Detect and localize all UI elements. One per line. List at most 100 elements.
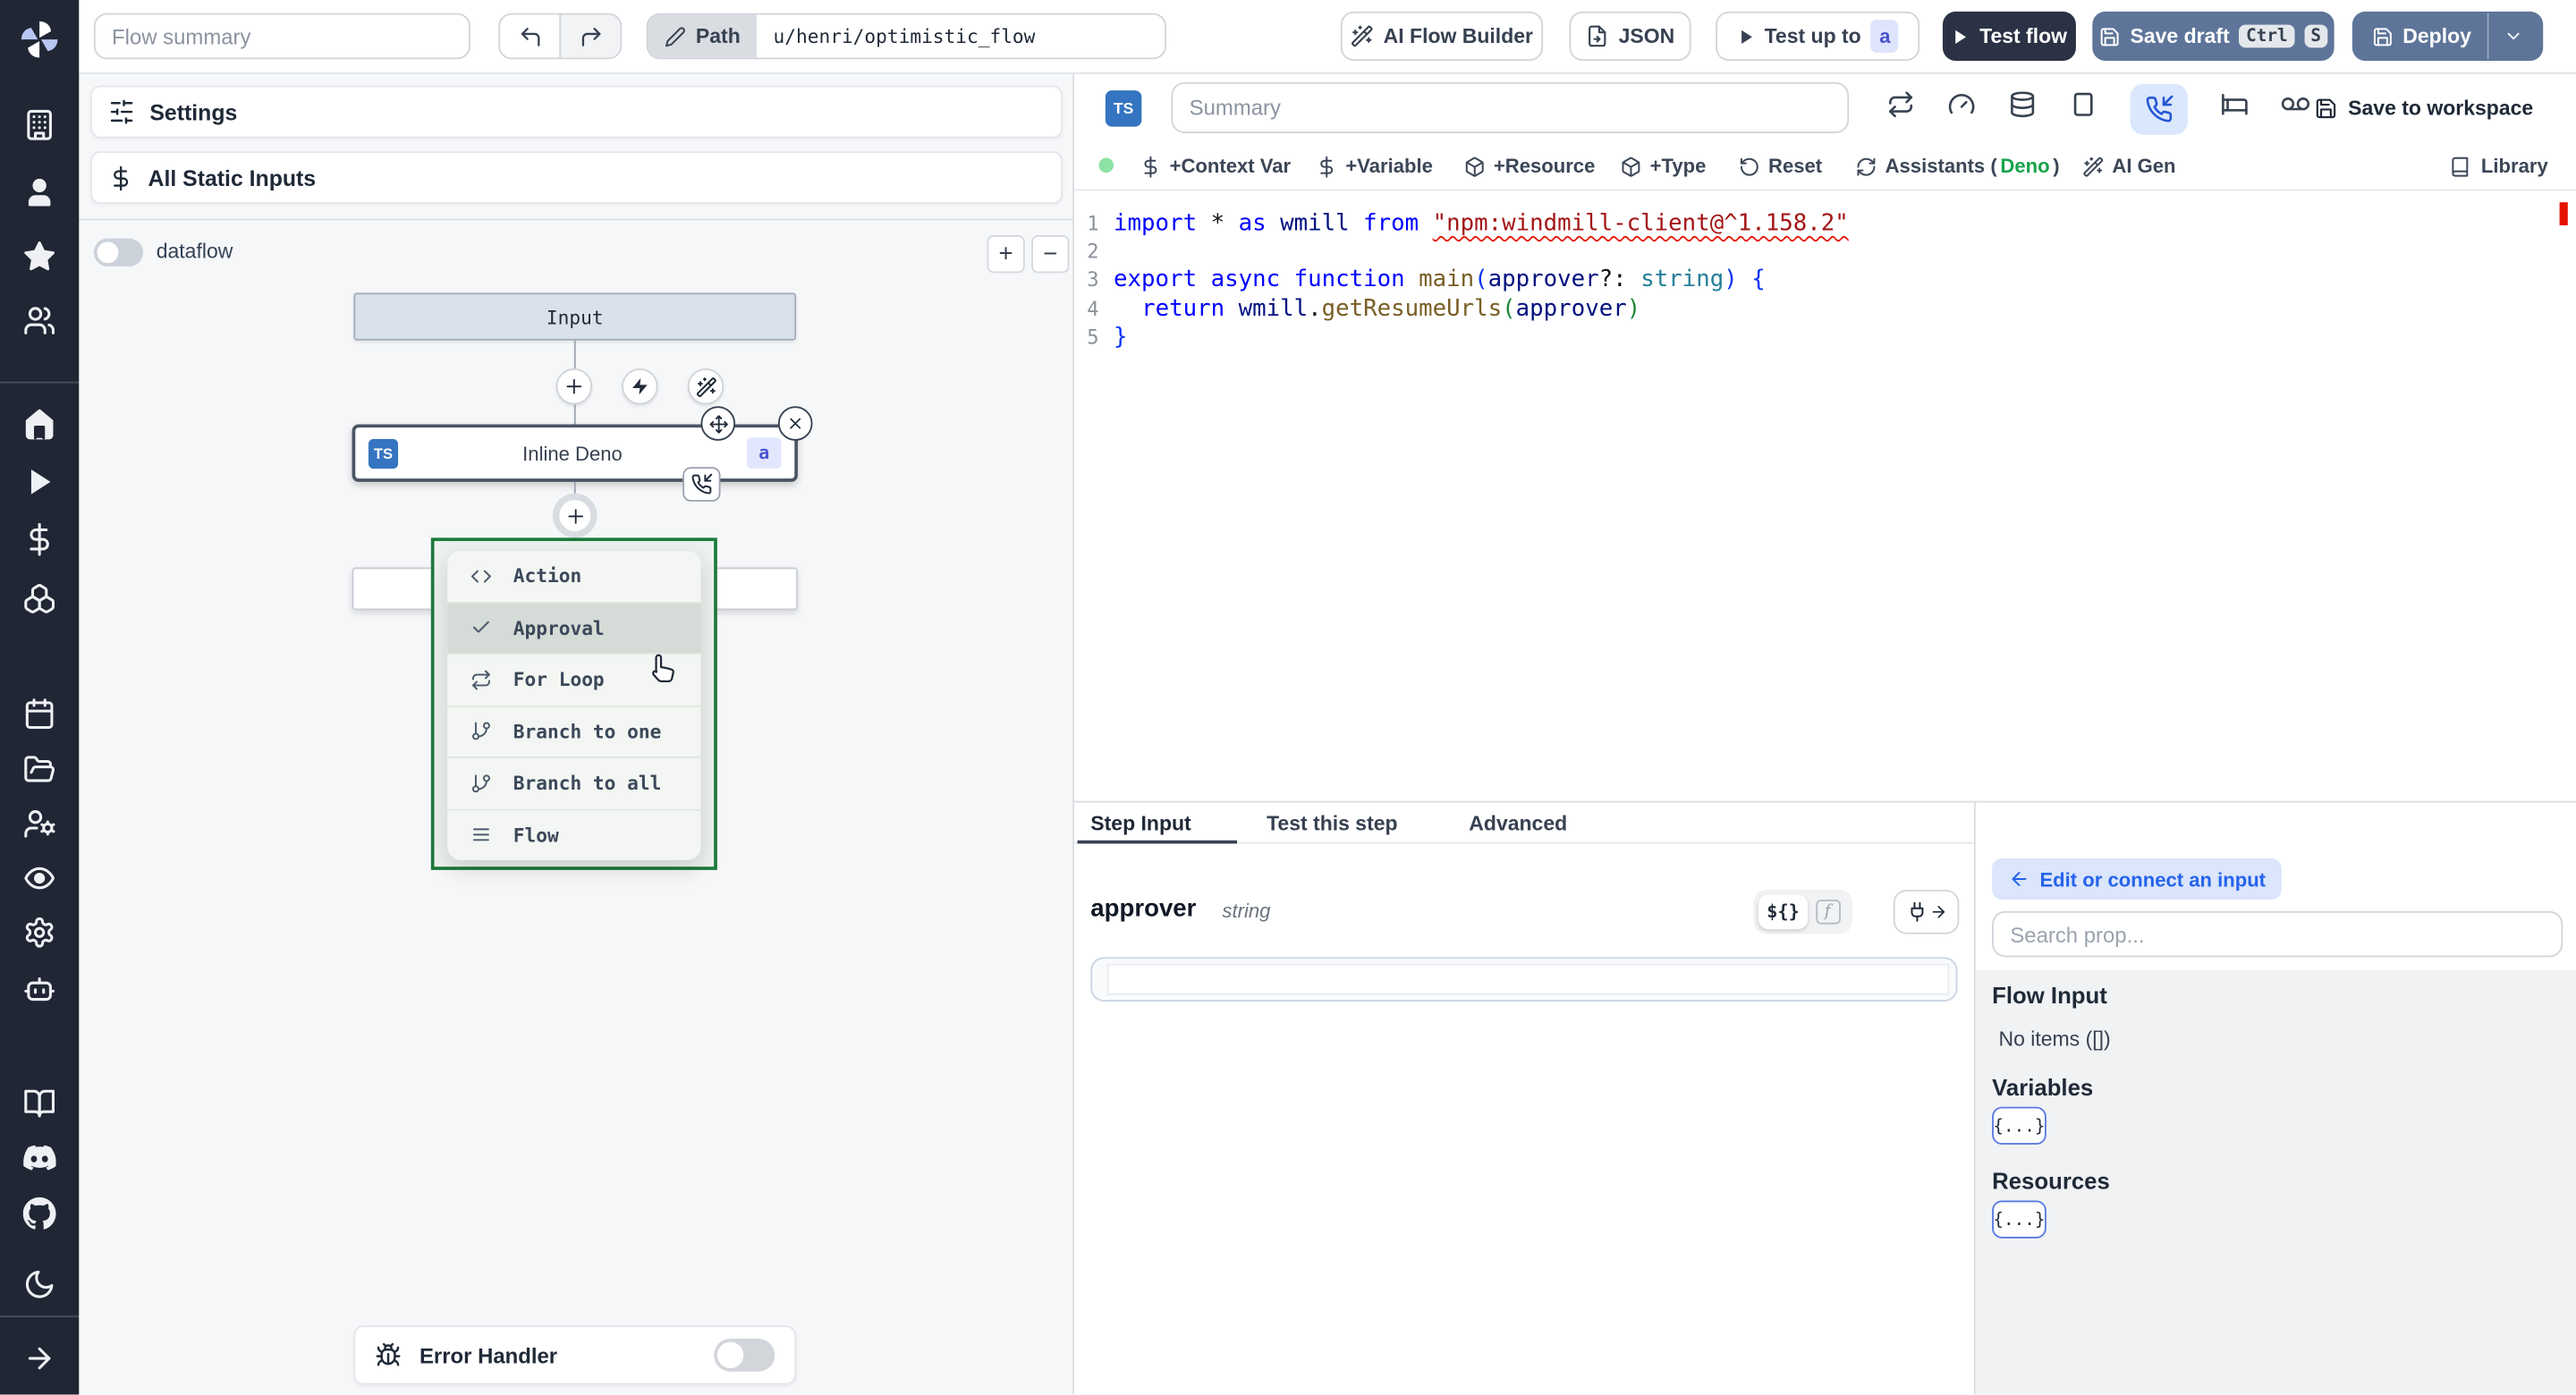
folder-open-icon[interactable]: [23, 753, 56, 786]
tab-step-input[interactable]: Step Input: [1090, 802, 1191, 843]
zoom-out-button[interactable]: −: [1031, 234, 1070, 274]
dollar-icon[interactable]: [23, 522, 56, 556]
building-icon[interactable]: [23, 108, 56, 141]
play-icon[interactable]: [23, 465, 56, 498]
step-type-menu: Action Approval For Loop Branch to one Branc…: [447, 551, 701, 860]
bot-icon[interactable]: [23, 972, 56, 1005]
code-line[interactable]: 1 import * as wmill from "npm:windmill-cl…: [1074, 209, 2576, 238]
repeat-button[interactable]: [1886, 90, 1914, 126]
path-value-input[interactable]: u/henri/optimistic_flow: [757, 14, 1165, 58]
menu-item-flow[interactable]: Flow: [447, 807, 701, 860]
deploy-button[interactable]: Deploy: [2351, 11, 2544, 62]
insert-step-button-active[interactable]: [552, 493, 597, 538]
gauge-icon: [1947, 90, 1975, 118]
plug-icon: [1906, 901, 1928, 923]
user-cog-icon[interactable]: [23, 807, 56, 841]
bed-button[interactable]: [2221, 90, 2249, 126]
error-handler-row[interactable]: Error Handler: [353, 1325, 797, 1385]
kbd-ctrl: Ctrl: [2239, 24, 2294, 48]
test-flow-button[interactable]: Test flow: [1942, 11, 2076, 62]
menu-item-branch-to-one[interactable]: Branch to one: [447, 705, 701, 757]
flow-node-input[interactable]: Input: [353, 292, 797, 341]
code-line[interactable]: 2: [1074, 238, 2576, 266]
action-assistants-[interactable]: Assistants (Deno): [1855, 143, 2060, 189]
code-line[interactable]: 5}: [1074, 323, 2576, 351]
arrow-right-icon[interactable]: [23, 1342, 56, 1375]
dataflow-toggle[interactable]: [93, 238, 143, 266]
function-mode-button[interactable]: f: [1811, 894, 1844, 929]
code-line[interactable]: 4 return wmill.getResumeUrls(approver): [1074, 295, 2576, 324]
action-reset[interactable]: Reset: [1739, 143, 1822, 189]
gauge-button[interactable]: [1947, 90, 1975, 126]
action--variable[interactable]: +Variable: [1316, 143, 1433, 189]
resources-expand-button[interactable]: {...}: [1992, 1200, 2046, 1239]
book-open-icon[interactable]: [23, 1087, 56, 1120]
active-toolbar-chip[interactable]: [2130, 82, 2188, 134]
menu-item-approval[interactable]: Approval: [447, 601, 701, 654]
ai-suggest-button[interactable]: [687, 368, 724, 405]
settings-row[interactable]: Settings: [90, 85, 1063, 139]
database-button[interactable]: [2009, 90, 2037, 126]
action-ai-gen[interactable]: AI Gen: [2082, 143, 2175, 189]
star-icon[interactable]: [23, 241, 56, 274]
menu-item-action[interactable]: Action: [447, 551, 700, 601]
library-button[interactable]: Library: [2450, 143, 2548, 189]
calendar-icon[interactable]: [23, 698, 56, 731]
move-node-button[interactable]: [700, 406, 736, 441]
menu-item-label: Approval: [513, 616, 605, 639]
connect-input-button[interactable]: [1893, 889, 1960, 934]
windmill-logo-icon[interactable]: [18, 18, 61, 61]
plus-icon: [564, 376, 584, 396]
search-prop-input[interactable]: Search prop...: [1992, 910, 2563, 958]
deploy-split-divider: [2487, 13, 2490, 60]
tab-advanced[interactable]: Advanced: [1469, 802, 1567, 843]
flow-summary-input[interactable]: Flow summary: [93, 13, 470, 60]
action--resource[interactable]: +Resource: [1464, 143, 1595, 189]
path-button[interactable]: Path: [648, 14, 758, 58]
eye-icon[interactable]: [23, 862, 56, 895]
plus-icon: [565, 506, 585, 526]
boxes-icon[interactable]: [23, 582, 56, 615]
redo-button[interactable]: [559, 14, 621, 58]
action--context-var[interactable]: +Context Var: [1140, 143, 1291, 189]
user-icon[interactable]: [23, 176, 56, 209]
tab-test-this-step[interactable]: Test this step: [1267, 802, 1397, 843]
chevron-down-icon[interactable]: [2504, 26, 2524, 46]
code-line[interactable]: 3 export async function main(approver?: s…: [1074, 266, 2576, 295]
wand-icon: [1351, 25, 1374, 48]
step-detail-section: Step Input Test this step Advanced appro…: [1073, 800, 2576, 1395]
code-text: return wmill.getResumeUrls(approver): [1141, 295, 1641, 323]
save-to-workspace-button[interactable]: Save to workspace: [2315, 72, 2533, 145]
ai-flow-builder-button[interactable]: AI Flow Builder: [1340, 11, 1544, 62]
discord-icon[interactable]: [23, 1141, 56, 1174]
insert-step-button[interactable]: [555, 368, 593, 405]
field-value-input[interactable]: [1090, 957, 1958, 1002]
panel-divider: [79, 218, 1073, 221]
delete-node-button[interactable]: [777, 406, 813, 441]
json-button[interactable]: JSON: [1569, 11, 1691, 62]
settings-icon[interactable]: [23, 916, 56, 949]
trigger-button[interactable]: [622, 368, 658, 405]
undo-button[interactable]: [500, 15, 559, 58]
error-handler-toggle[interactable]: [714, 1339, 775, 1372]
users-icon[interactable]: [23, 304, 56, 337]
summary-input[interactable]: Summary: [1171, 81, 1850, 133]
zoom-in-button[interactable]: +: [987, 234, 1025, 274]
all-static-inputs-row[interactable]: All Static Inputs: [90, 151, 1063, 205]
github-icon[interactable]: [22, 1196, 56, 1230]
edit-or-connect-button[interactable]: Edit or connect an input: [1992, 858, 2283, 900]
action-label: ): [2053, 154, 2060, 178]
square-button[interactable]: [2070, 90, 2097, 126]
expression-mode-button[interactable]: ${}: [1758, 894, 1809, 930]
test-up-to-button[interactable]: Test up to a: [1716, 11, 1920, 62]
code-icon: [470, 565, 492, 587]
menu-item-branch-to-all[interactable]: Branch to all: [447, 756, 701, 808]
home-icon[interactable]: [23, 408, 56, 441]
code-editor[interactable]: 1 import * as wmill from "npm:windmill-cl…: [1074, 209, 2576, 352]
git-branch-icon: [470, 773, 492, 794]
save-draft-button[interactable]: Save draft Ctrl S: [2092, 11, 2334, 62]
action--type[interactable]: +Type: [1620, 143, 1706, 189]
moon-icon[interactable]: [23, 1268, 56, 1301]
voicemail-button[interactable]: [2281, 90, 2310, 126]
variables-expand-button[interactable]: {...}: [1992, 1106, 2046, 1145]
